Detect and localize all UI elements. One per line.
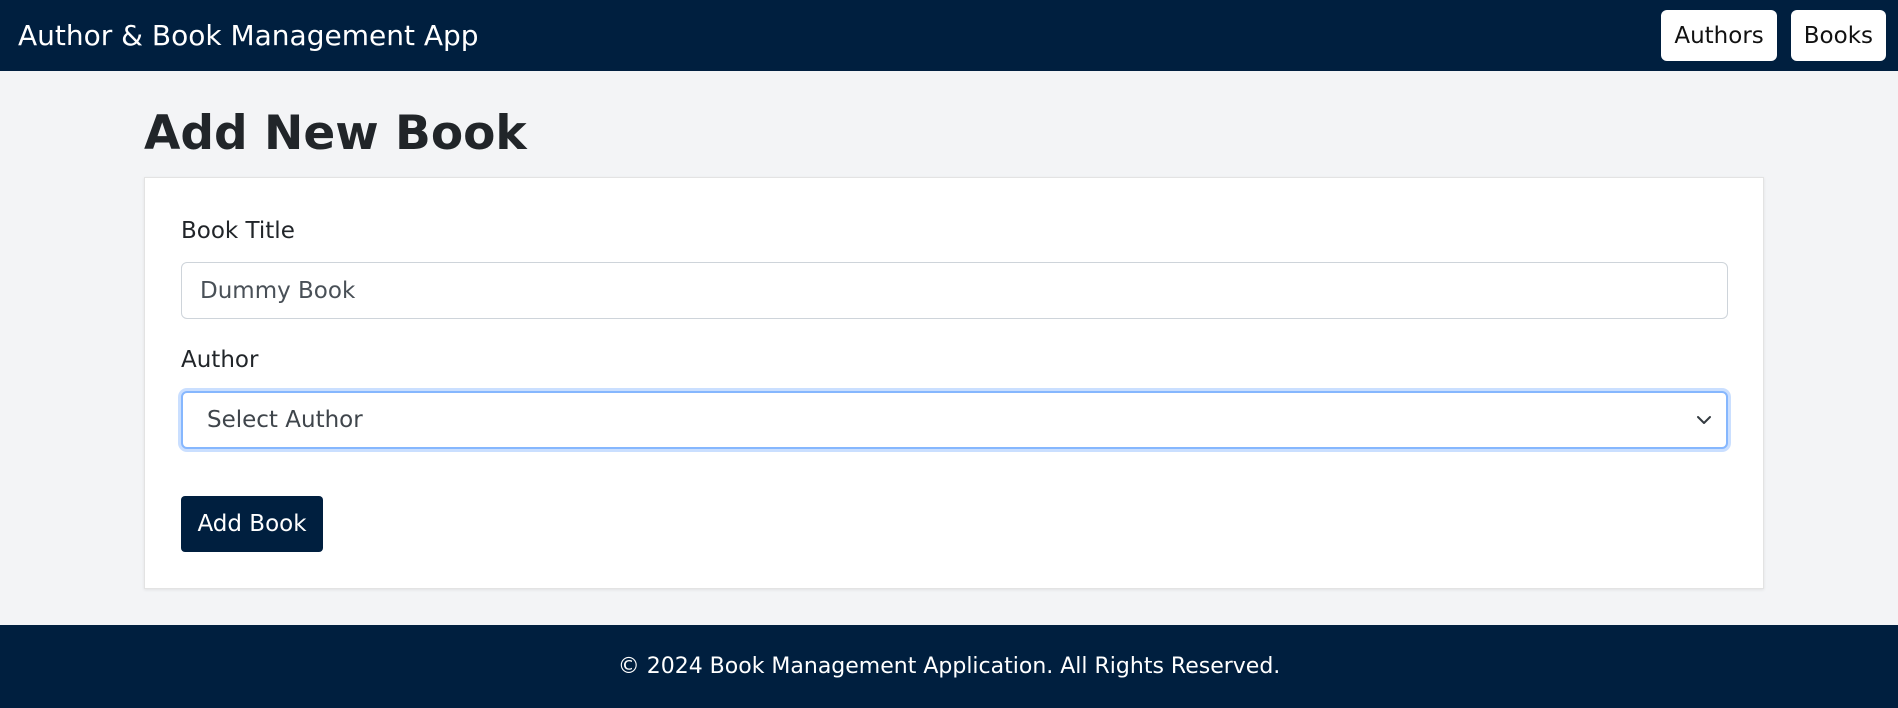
nav-links: Authors Books — [1661, 10, 1886, 61]
author-select-value: Select Author — [207, 407, 363, 433]
add-book-form: Book Title Author Select Author Add Book — [144, 177, 1764, 589]
author-select[interactable]: Select Author — [181, 391, 1728, 449]
add-book-button[interactable]: Add Book — [181, 496, 323, 552]
footer: © 2024 Book Management Application. All … — [0, 625, 1898, 708]
author-label: Author — [181, 347, 259, 373]
book-title-label: Book Title — [181, 218, 295, 244]
navbar: Author & Book Management App Authors Boo… — [0, 0, 1898, 71]
chevron-down-icon — [1694, 410, 1714, 430]
app-brand[interactable]: Author & Book Management App — [18, 19, 479, 52]
nav-authors-button[interactable]: Authors — [1661, 10, 1777, 61]
book-title-input[interactable] — [181, 262, 1728, 319]
nav-books-button[interactable]: Books — [1790, 10, 1886, 61]
footer-copyright: © 2024 Book Management Application. All … — [617, 654, 1281, 679]
page-title: Add New Book — [144, 106, 527, 161]
